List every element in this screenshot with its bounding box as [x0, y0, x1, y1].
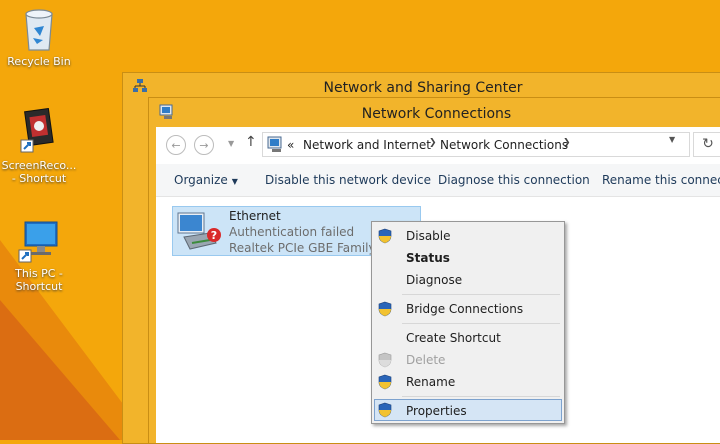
- connection-status: Authentication failed: [229, 225, 355, 239]
- menu-item-disable[interactable]: Disable: [374, 225, 562, 247]
- uac-shield-icon: [378, 402, 392, 418]
- organize-label: Organize: [174, 173, 228, 187]
- forward-button[interactable]: →: [194, 135, 214, 155]
- control-panel-icon: [267, 136, 282, 152]
- command-bar: Organize ▼ Disable this network device Di…: [156, 164, 720, 197]
- address-bar[interactable]: « Network and Internet ❯ Network Connect…: [262, 132, 690, 157]
- menu-item-bridge-connections[interactable]: Bridge Connections: [374, 298, 562, 320]
- address-dropdown-icon[interactable]: ▼: [669, 135, 675, 144]
- organize-button[interactable]: Organize ▼: [174, 164, 238, 196]
- menu-item-properties[interactable]: Properties: [374, 399, 562, 421]
- rename-connection-button[interactable]: Rename this connection: [602, 164, 720, 196]
- window-title: Network and Sharing Center: [323, 80, 523, 96]
- context-menu: Disable Status Diagnose Bridge Connectio…: [371, 221, 565, 424]
- recycle-bin-icon: [25, 9, 53, 51]
- menu-item-diagnose[interactable]: Diagnose: [374, 269, 562, 291]
- refresh-button[interactable]: ↻: [693, 132, 720, 157]
- menu-item-label: Status: [406, 251, 450, 265]
- diagnose-connection-button[interactable]: Diagnose this connection: [438, 164, 590, 196]
- desktop-icon-label: ScreenReco...: [1, 159, 77, 172]
- desktop-icon-label: Shortcut: [15, 280, 63, 293]
- menu-item-label: Rename: [406, 375, 456, 389]
- dropdown-caret-icon: ▼: [231, 177, 238, 186]
- breadcrumb-separator-icon[interactable]: ❯: [563, 138, 571, 148]
- breadcrumb-separator-icon[interactable]: ❯: [429, 138, 437, 148]
- menu-item-delete: Delete: [374, 349, 562, 371]
- disable-device-button[interactable]: Disable this network device: [265, 164, 431, 196]
- up-arrow-icon[interactable]: ↑: [245, 134, 257, 150]
- back-button[interactable]: ←: [166, 135, 186, 155]
- breadcrumb-network-connections[interactable]: Network Connections: [440, 138, 568, 152]
- menu-item-status[interactable]: Status: [374, 247, 562, 269]
- svg-text:?: ?: [211, 229, 217, 242]
- screen-recorder-icon: [20, 108, 54, 153]
- uac-shield-icon: [378, 352, 392, 368]
- menu-item-label: Create Shortcut: [406, 331, 501, 345]
- desktop-icon-recycle-bin[interactable]: Recycle Bin: [0, 6, 78, 68]
- menu-separator: [402, 396, 560, 397]
- recent-locations-chevron-icon[interactable]: ▼: [228, 139, 234, 148]
- menu-item-rename[interactable]: Rename: [374, 371, 562, 393]
- breadcrumb-overflow[interactable]: «: [287, 138, 294, 152]
- menu-item-label: Disable: [406, 229, 451, 243]
- window-title: Network Connections: [361, 106, 512, 122]
- desktop-icon-label: Recycle Bin: [7, 55, 71, 68]
- menu-item-label: Bridge Connections: [406, 302, 524, 316]
- uac-shield-icon: [378, 228, 392, 244]
- ethernet-adapter-error-icon: ?: [177, 212, 221, 250]
- desktop-wallpaper-stripe: [0, 300, 120, 440]
- breadcrumb-network-and-internet[interactable]: Network and Internet: [303, 138, 431, 152]
- refresh-icon: ↻: [702, 136, 714, 152]
- computer-icon: [18, 221, 58, 263]
- forward-arrow-icon: →: [199, 139, 209, 152]
- desktop-icon-label: - Shortcut: [11, 172, 67, 185]
- menu-item-create-shortcut[interactable]: Create Shortcut: [374, 327, 562, 349]
- desktop-icon-screen-recorder-shortcut[interactable]: ScreenReco... - Shortcut: [0, 108, 78, 185]
- desktop-icon-label: This PC -: [15, 267, 63, 280]
- navigation-bar: ← → ▼ ↑ « Network and Internet ❯ Network…: [156, 127, 720, 163]
- back-arrow-icon: ←: [171, 139, 181, 152]
- desktop-icon-this-pc-shortcut[interactable]: This PC - Shortcut: [0, 218, 78, 293]
- menu-separator: [402, 294, 560, 295]
- menu-item-label: Delete: [406, 353, 446, 367]
- menu-separator: [402, 323, 560, 324]
- uac-shield-icon: [378, 301, 392, 317]
- uac-shield-icon: [378, 374, 392, 390]
- connection-name: Ethernet: [229, 209, 281, 223]
- menu-item-label: Properties: [406, 404, 467, 418]
- menu-item-label: Diagnose: [406, 273, 463, 287]
